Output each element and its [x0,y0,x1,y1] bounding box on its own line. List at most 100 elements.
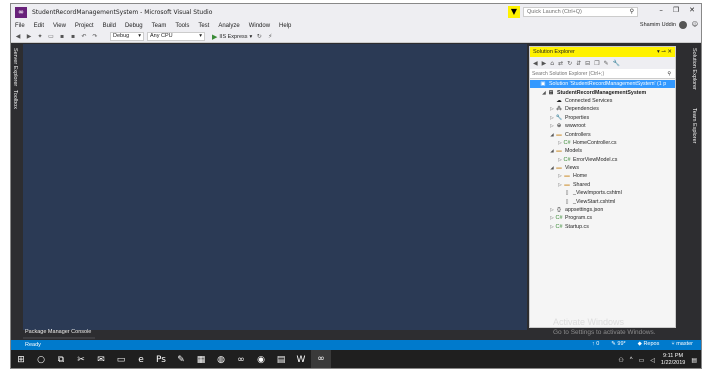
dropdown-icon[interactable]: ▾ [657,49,660,55]
quick-launch-input[interactable]: Quick Launch (Ctrl+Q) ⚲ [523,7,638,17]
pending-edits[interactable]: ✎ 99* [611,341,625,347]
menu-team[interactable]: Team [152,23,167,29]
tree-item[interactable]: ▷ C# ErrorViewModel.cs [530,156,675,164]
tree-item[interactable]: ▷{} appsettings.json [530,206,675,214]
user-account[interactable]: Shamim Uddin [640,21,687,29]
visual-studio-icon[interactable]: ∞ [231,350,251,368]
menu-view[interactable]: View [53,23,66,29]
switch-views-icon[interactable]: ⇄ [558,60,563,67]
run-button[interactable]: ▶ IIS Express ▾ [212,33,252,41]
notifications-icon[interactable]: ▤ [691,357,697,364]
menu-debug[interactable]: Debug [125,23,143,29]
tab-solution-explorer[interactable]: Solution Explorer [691,48,697,90]
activate-windows-subtitle[interactable]: Go to Settings to activate Windows. [553,329,656,336]
chrome-icon[interactable]: ◉ [251,350,271,368]
app-grid-icon[interactable]: ▦ [191,350,211,368]
forward-icon[interactable]: ▶ [25,33,33,40]
file-explorer-icon[interactable]: ▭ [111,350,131,368]
solution-explorer-search-input[interactable]: Search Solution Explorer (Ctrl+;) ⚲ [530,69,675,79]
back-icon[interactable]: ◀ [533,60,538,67]
tree-item[interactable]: ▷ C# HomeController.cs [530,139,675,147]
tab-team-explorer[interactable]: Team Explorer [691,108,697,143]
snipping-icon[interactable]: ✎ [171,350,191,368]
menu-file[interactable]: File [15,23,25,29]
tree-item[interactable]: ▣ Solution 'StudentRecordManagementSystem… [530,80,675,89]
tree-item[interactable]: ▷ ⊕ wwwroot [530,122,675,130]
home-icon[interactable]: ⌂ [550,60,554,67]
network-icon[interactable]: ▭ [639,357,645,364]
restore-button[interactable]: ❐ [673,6,679,14]
search-icon[interactable]: ○ [31,350,51,368]
pin-icon[interactable]: ⊸ [661,49,666,55]
tree-item[interactable]: ▯ _ViewStart.cshtml [530,197,675,205]
collapse-all-icon[interactable]: ⊟ [585,60,590,67]
tree-item[interactable]: ▷ C# Program.cs [530,214,675,222]
feedback-filter-icon[interactable]: ▼ [508,6,520,18]
browser-link-icon[interactable]: ⚡ [266,33,274,40]
tree-item[interactable]: ▯ _ViewImports.cshtml [530,189,675,197]
configuration-select[interactable]: Debug ▾ [110,32,144,41]
volume-icon[interactable]: ◁ [650,357,655,364]
show-all-files-icon[interactable]: ❐ [594,60,599,67]
tab-toolbox[interactable]: Toolbox [12,90,18,109]
photoshop-icon[interactable]: Ps [151,350,171,368]
feedback-icon[interactable]: ☺ [692,21,698,28]
save-all-icon[interactable]: ▪ [69,33,77,40]
menu-tools[interactable]: Tools [175,23,189,29]
save-icon[interactable]: ▪ [58,33,66,40]
tree-item[interactable]: ◢ ▬ Controllers [530,130,675,138]
tree-item[interactable]: ▷ ▬ Home [530,172,675,180]
paint-icon[interactable]: ◍ [211,350,231,368]
task-view-icon[interactable]: ⧉ [51,350,71,368]
undo-icon[interactable]: ↶ [80,33,88,40]
folder-icon: ▬ [556,165,562,172]
tree-item-label: Startup.cs [565,223,589,230]
back-icon[interactable]: ◀ [14,33,22,40]
new-project-icon[interactable]: ✦ [36,33,44,40]
wrench-icon[interactable]: 🔧 [613,60,620,67]
menu-window[interactable]: Window [249,23,270,29]
menu-analyze[interactable]: Analyze [218,23,239,29]
sync-icon[interactable]: ⇵ [576,60,581,67]
tree-item[interactable]: ▷ 🔧 Properties [530,114,675,122]
open-file-icon[interactable]: ▭ [47,33,55,40]
menu-test[interactable]: Test [198,23,209,29]
menu-project[interactable]: Project [75,23,94,29]
minimize-button[interactable]: – [659,6,663,14]
repos-button[interactable]: ◆ Repos [638,341,660,347]
tree-item-label: Program.cs [565,215,593,222]
pending-changes-icon[interactable]: ↻ [567,60,572,67]
tree-item[interactable]: ▷ ⁂ Dependencies [530,105,675,113]
refresh-icon[interactable]: ↻ [255,33,263,40]
chevron-up-icon[interactable]: ^ [630,357,633,363]
close-button[interactable]: ✕ [689,6,695,14]
tree-item[interactable]: ☁ Connected Services [530,97,675,105]
branch-button[interactable]: ⑂ master [671,341,693,347]
source-control-up[interactable]: ↑ 0 [592,341,599,347]
clock[interactable]: 9:11 PM 1/22/2019 [661,353,685,367]
tree-item[interactable]: ▷ ▬ Shared [530,181,675,189]
tab-package-manager-console[interactable]: Package Manager Console [25,329,91,335]
tree-item[interactable]: ◢ ▬ Models [530,147,675,155]
clock-date: 1/22/2019 [660,360,686,366]
word-icon[interactable]: W [291,350,311,368]
windows-start-icon[interactable]: ⊞ [11,350,31,368]
visual-studio-active-icon[interactable]: ∞ [311,350,331,368]
redo-icon[interactable]: ↷ [91,33,99,40]
forward-icon[interactable]: ▶ [542,60,547,67]
platform-select[interactable]: Any CPU ▾ [147,32,205,41]
tools-app-icon[interactable]: ✂ [71,350,91,368]
tab-server-explorer[interactable]: Server Explorer [12,48,18,86]
menu-build[interactable]: Build [103,23,116,29]
edge-icon[interactable]: e [131,350,151,368]
menu-edit[interactable]: Edit [34,23,44,29]
properties-icon[interactable]: ✎ [604,60,609,67]
tree-item[interactable]: ◢ ⊞ StudentRecordManagementSystem [530,88,675,96]
mail-icon[interactable]: ✉ [91,350,111,368]
tree-item[interactable]: ◢ ▬ Views [530,164,675,172]
menu-help[interactable]: Help [279,23,291,29]
tree-item[interactable]: ▷ C# Startup.cs [530,223,675,231]
terminal-icon[interactable]: ▤ [271,350,291,368]
close-icon[interactable]: ✕ [667,49,672,55]
people-icon[interactable]: ⚇ [618,357,623,364]
